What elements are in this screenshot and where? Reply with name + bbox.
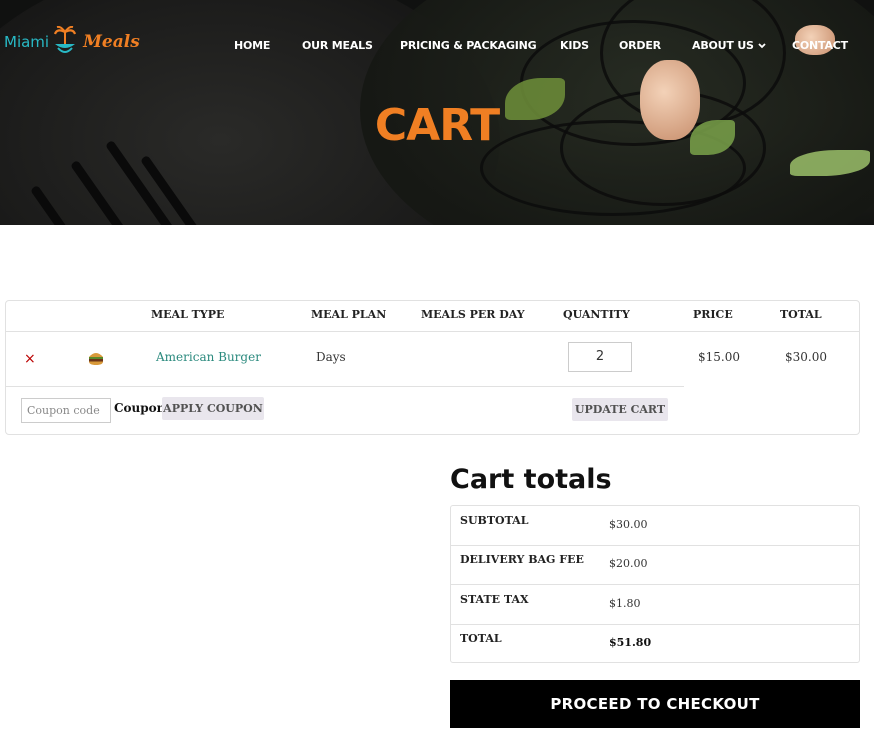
- quantity-input[interactable]: 2: [568, 342, 632, 372]
- nav-about-label: ABOUT US: [692, 39, 754, 52]
- cart-table: MEAL TYPE MEAL PLAN MEALS PER DAY QUANTI…: [5, 300, 860, 435]
- cart-totals-table: SUBTOTAL $30.00 DELIVERY BAG FEE $20.00 …: [450, 505, 860, 663]
- header-meal-plan: MEAL PLAN: [311, 308, 387, 321]
- header-quantity: QUANTITY: [563, 308, 630, 321]
- totals-row-state-tax: STATE TAX $1.80: [451, 585, 859, 625]
- main-nav: HOME OUR MEALS PRICING & PACKAGING KIDS …: [0, 39, 874, 55]
- header-meal-type: MEAL TYPE: [151, 308, 225, 321]
- totals-row-subtotal: SUBTOTAL $30.00: [451, 506, 859, 546]
- state-tax-value: $1.80: [609, 597, 641, 610]
- total-label: TOTAL: [460, 632, 502, 645]
- burger-icon[interactable]: [87, 350, 105, 366]
- nav-kids[interactable]: KIDS: [560, 39, 589, 52]
- meal-plan-value: Days: [316, 350, 346, 364]
- nav-home[interactable]: HOME: [234, 39, 270, 52]
- cart-totals-title: Cart totals: [450, 464, 612, 495]
- header-meals-per-day: MEALS PER DAY: [421, 308, 525, 321]
- state-tax-label: STATE TAX: [460, 593, 529, 606]
- totals-row-total: TOTAL $51.80: [451, 624, 859, 663]
- subtotal-value: $30.00: [609, 518, 648, 531]
- delivery-bag-fee-value: $20.00: [609, 557, 648, 570]
- update-cart-button[interactable]: UPDATE CART: [572, 398, 668, 421]
- totals-row-delivery-bag-fee: DELIVERY BAG FEE $20.00: [451, 545, 859, 585]
- delivery-bag-fee-label: DELIVERY BAG FEE: [460, 553, 584, 566]
- chevron-down-icon: [758, 43, 767, 49]
- coupon-code-input[interactable]: Coupon code: [21, 398, 111, 423]
- proceed-to-checkout-button[interactable]: PROCEED TO CHECKOUT: [450, 680, 860, 728]
- page-title: CART: [374, 100, 500, 151]
- price-value: $15.00: [698, 350, 740, 364]
- hero-banner: Miami Meals HOME OUR MEALS PRICING & PAC…: [0, 0, 874, 225]
- nav-about[interactable]: ABOUT US: [692, 39, 767, 52]
- close-icon[interactable]: ×: [24, 351, 36, 367]
- nav-order[interactable]: ORDER: [619, 39, 661, 52]
- nav-contact[interactable]: CONTACT: [792, 39, 848, 52]
- apply-coupon-button[interactable]: APPLY COUPON: [162, 397, 264, 420]
- nav-our-meals[interactable]: OUR MEALS: [302, 39, 373, 52]
- product-name-link[interactable]: American Burger: [156, 350, 261, 364]
- header-total: TOTAL: [780, 308, 822, 321]
- cart-table-header: MEAL TYPE MEAL PLAN MEALS PER DAY QUANTI…: [6, 301, 859, 332]
- subtotal-label: SUBTOTAL: [460, 514, 529, 527]
- nav-pricing[interactable]: PRICING & PACKAGING: [400, 39, 537, 52]
- total-value: $30.00: [785, 350, 827, 364]
- header-price: PRICE: [693, 308, 733, 321]
- grand-total-value: $51.80: [609, 636, 652, 649]
